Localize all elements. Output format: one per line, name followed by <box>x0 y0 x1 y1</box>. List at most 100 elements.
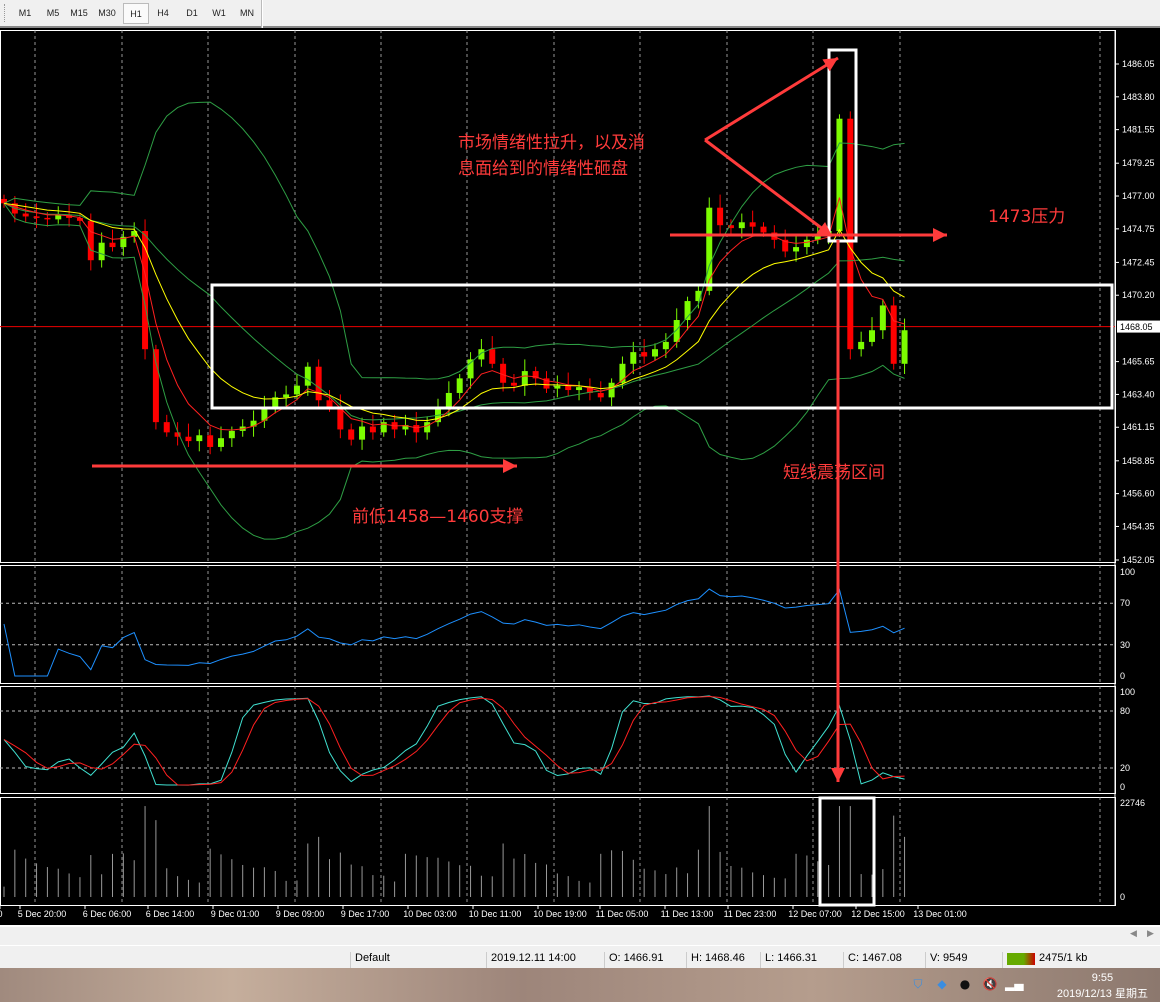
qq-penguin-icon[interactable]: ● <box>957 976 973 992</box>
timeframe-m5[interactable]: M5 <box>40 3 66 24</box>
candle-body <box>424 422 431 433</box>
rsi-level-label: 30 <box>1120 640 1130 650</box>
status-traffic: 2475/1 kb <box>1039 952 1088 964</box>
stoch-level-label: 0 <box>1120 782 1125 792</box>
candle-body <box>207 435 214 447</box>
volume-zero-label: 0 <box>1120 892 1125 902</box>
candle-body <box>369 426 376 433</box>
system-clock[interactable]: 9:55 2019/12/13 星期五 <box>1057 970 1148 1002</box>
candle-body <box>652 349 658 357</box>
shield-icon[interactable]: ⛉ <box>910 976 926 992</box>
candle-body <box>717 207 724 226</box>
clock-date: 2019/12/13 星期五 <box>1056 988 1148 1000</box>
price-label: 1477.00 <box>1122 191 1155 201</box>
candle-body <box>662 341 669 350</box>
candle-body <box>44 217 51 220</box>
panel-vol <box>0 797 1116 906</box>
time-label: 10 Dec 03:00 <box>403 909 457 919</box>
candle-body <box>98 242 105 261</box>
candle-body <box>749 222 756 227</box>
time-label: 9 Dec 01:00 <box>211 909 260 919</box>
scroll-left-icon[interactable]: ◀ <box>1130 929 1137 939</box>
current-price-label: 1468.05 <box>1120 322 1153 332</box>
rsi-level-label: 70 <box>1120 598 1130 608</box>
price-label: 1456.60 <box>1122 489 1155 499</box>
timeframe-d1[interactable]: D1 <box>179 3 205 24</box>
candle-body <box>33 216 40 218</box>
candle-body <box>500 363 507 383</box>
candle[interactable] <box>152 344 159 430</box>
candle-body <box>304 366 311 386</box>
price-label: 1481.55 <box>1122 125 1155 135</box>
candle-body <box>901 330 908 364</box>
candle-body <box>597 392 604 398</box>
candle-body <box>359 426 366 440</box>
time-label: 10 Dec 11:00 <box>469 909 522 919</box>
toolbar-grip[interactable] <box>4 4 7 22</box>
candle-body <box>630 352 637 364</box>
panel-sto <box>0 686 1116 794</box>
taskbar: ⛉ ◆ ● 🔇 ▂▄ 9:55 2019/12/13 星期五 <box>0 968 1160 1002</box>
time-label: 6 Dec 06:00 <box>83 909 132 919</box>
candle-body <box>706 207 713 291</box>
candle-body <box>890 305 897 364</box>
candle-body <box>793 247 800 252</box>
time-label: 12 Dec 15:00 <box>851 909 905 919</box>
timeframe-h1[interactable]: H1 <box>123 3 149 24</box>
candle-body <box>565 385 572 391</box>
candle[interactable] <box>836 114 843 237</box>
volume-max-label: 22746 <box>1120 798 1145 808</box>
horizontal-scroll-area[interactable]: ◀ ▶ <box>0 925 1160 945</box>
candle-body <box>55 214 62 220</box>
time-label: 5 Dec 20:00 <box>18 909 67 919</box>
candle-body <box>315 366 322 401</box>
network-app-icon[interactable]: ◆ <box>934 976 950 992</box>
candle-body <box>738 222 745 229</box>
price-label: 1458.85 <box>1122 456 1155 466</box>
timeframe-h4[interactable]: H4 <box>150 3 176 24</box>
annotation-sentiment: 市场情绪性拉升，以及消 息面给到的情绪性砸盘 <box>458 130 645 182</box>
annotation-line: 市场情绪性拉升，以及消 <box>458 133 645 153</box>
candle[interactable] <box>142 219 149 360</box>
time-label: 12 Dec 07:00 <box>788 909 842 919</box>
candle-body <box>218 438 224 447</box>
candle-body <box>196 435 203 442</box>
timeframe-m1[interactable]: M1 <box>12 3 38 24</box>
timeframe-m15[interactable]: M15 <box>66 3 92 24</box>
connection-bars-icon <box>1007 953 1035 965</box>
price-label: 1472.45 <box>1122 257 1155 267</box>
candle[interactable] <box>890 296 897 370</box>
time-label: 0 <box>0 909 3 919</box>
candle-body <box>456 378 463 393</box>
candle-body <box>283 394 290 398</box>
signal-icon[interactable]: ▂▄ <box>1005 976 1023 992</box>
price-label: 1470.20 <box>1122 290 1155 300</box>
candle-body <box>510 382 517 386</box>
candle-body <box>760 226 767 233</box>
candle-body <box>163 422 170 433</box>
time-label: 11 Dec 05:00 <box>596 909 649 919</box>
clock-time: 9:55 <box>1091 972 1114 984</box>
candle-body <box>641 352 648 357</box>
candle-body <box>413 425 420 433</box>
candle-body <box>109 242 116 248</box>
status-bar: Default 2019.12.11 14:00 O: 1466.91 H: 1… <box>0 945 1160 970</box>
time-label: 13 Dec 01:00 <box>913 909 967 919</box>
stoch-level-label: 20 <box>1120 763 1130 773</box>
timeframe-mn[interactable]: MN <box>234 3 260 24</box>
candle-body <box>576 387 583 391</box>
speaker-muted-icon[interactable]: 🔇 <box>982 976 998 992</box>
price-label: 1465.65 <box>1122 357 1155 367</box>
price-label: 1483.80 <box>1122 92 1155 102</box>
annotation-support: 前低1458—1460支撑 <box>352 507 524 527</box>
time-label: 10 Dec 19:00 <box>533 909 587 919</box>
scroll-right-icon[interactable]: ▶ <box>1147 929 1154 939</box>
price-label: 1461.15 <box>1122 422 1155 432</box>
candle-body <box>858 341 865 350</box>
candle-body <box>348 429 355 440</box>
panel-main <box>0 30 1116 563</box>
candle-body <box>554 385 561 389</box>
timeframe-m30[interactable]: M30 <box>94 3 120 24</box>
time-label: 6 Dec 14:00 <box>146 909 195 919</box>
timeframe-w1[interactable]: W1 <box>206 3 232 24</box>
